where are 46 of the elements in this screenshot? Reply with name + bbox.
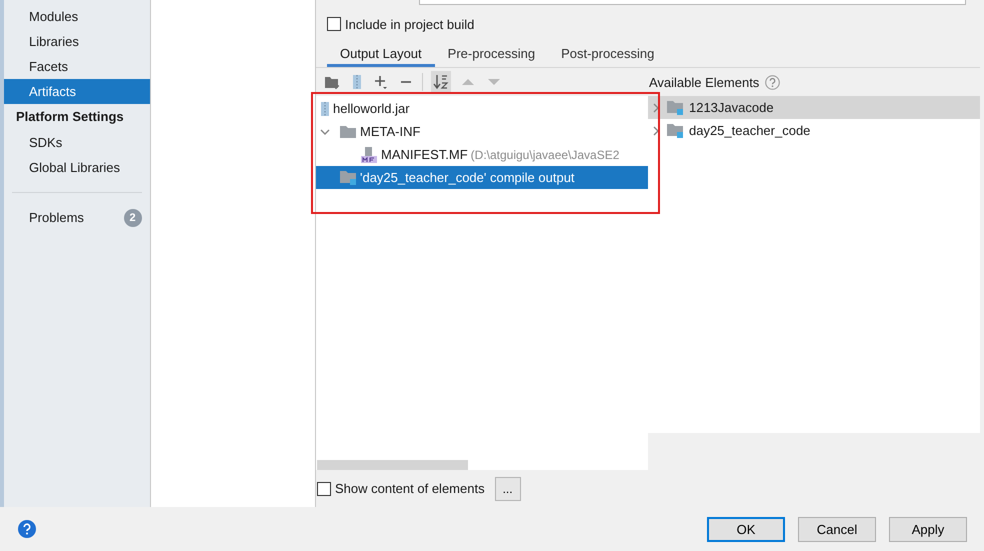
tab[interactable]: Pre-processing <box>434 42 548 67</box>
sidebar-item[interactable]: Facets <box>4 54 150 79</box>
tab[interactable]: Output Layout <box>326 42 435 67</box>
panel-title: Available Elements <box>648 74 760 90</box>
chevron-down-icon[interactable] <box>320 126 330 136</box>
checkbox-label: Show content of elements <box>334 481 485 496</box>
archive-icon[interactable] <box>352 74 362 90</box>
sort-icon[interactable] <box>432 74 449 90</box>
input-field[interactable] <box>418 0 966 5</box>
sidebar-item[interactable]: Artifacts <box>4 79 150 104</box>
tree-item[interactable]: 'day25_teacher_code' compile output <box>316 166 648 189</box>
help-icon[interactable] <box>765 74 780 90</box>
chevron-right-icon[interactable] <box>650 126 661 136</box>
sidebar-item[interactable]: Global Libraries <box>4 155 150 180</box>
folder-icon <box>338 170 357 185</box>
file-icon <box>360 146 378 163</box>
sidebar-item[interactable]: Modules <box>4 4 150 29</box>
tree-item[interactable]: MANIFEST.MF (D:\atguigu\javaee\JavaSE2 <box>316 143 648 166</box>
checkbox[interactable] <box>316 482 331 496</box>
path-text: (D:\atguigu\javaee\JavaSE2 <box>470 148 620 162</box>
checkbox[interactable] <box>326 17 341 31</box>
tree-item[interactable]: day25_teacher_code <box>648 119 980 142</box>
folder-icon <box>666 100 684 115</box>
plus-icon[interactable] <box>374 74 388 90</box>
tree-item[interactable]: helloworld.jar <box>316 97 648 120</box>
dialog-button[interactable]: OK <box>707 516 785 542</box>
sidebar-item[interactable]: Problems 2 <box>4 205 150 230</box>
section-header: Platform Settings <box>14 108 125 126</box>
folder-plus-icon[interactable] <box>324 75 340 89</box>
more-button[interactable]: ... <box>494 476 521 500</box>
tree-item[interactable]: 1213Javacode <box>648 96 980 119</box>
sidebar-item[interactable]: SDKs <box>4 130 150 155</box>
checkbox-label: Include in project build <box>344 16 474 32</box>
archive-icon <box>320 100 330 116</box>
dialog-button[interactable]: Apply <box>889 516 967 542</box>
tree-item[interactable]: META-INF <box>316 120 648 143</box>
folder-icon <box>338 124 357 138</box>
chevron-right-icon[interactable] <box>650 102 661 112</box>
dialog-button[interactable]: Cancel <box>798 516 876 542</box>
count-badge: 2 <box>124 208 142 226</box>
sidebar-item[interactable]: Libraries <box>4 29 150 54</box>
item-label: Problems <box>28 209 84 227</box>
help-icon[interactable] <box>18 520 36 538</box>
scrollbar[interactable] <box>316 460 468 470</box>
folder-icon <box>666 123 684 138</box>
tab[interactable]: Post-processing <box>548 42 668 67</box>
